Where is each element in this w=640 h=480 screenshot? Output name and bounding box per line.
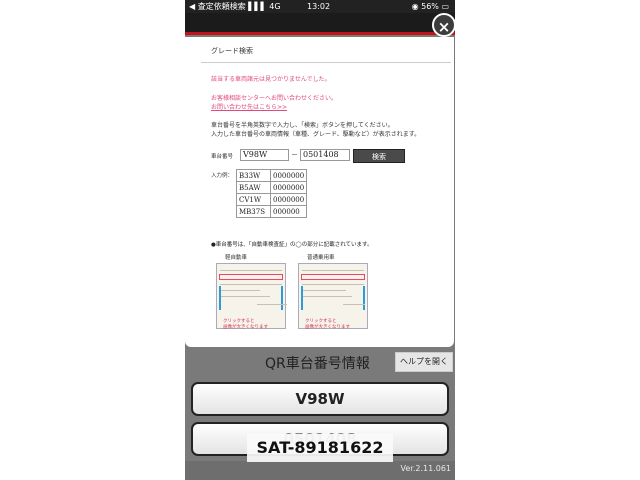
- table-row: MB37S 000000: [236, 205, 308, 218]
- example-prefix: B33W: [236, 169, 271, 182]
- example-label: 入力例：: [211, 173, 234, 179]
- figure-title-kei: 軽自動車: [225, 255, 248, 261]
- app-header: [185, 13, 455, 35]
- vehicle-inspection-note: ●車台番号は、「自動車検査証」の◯の部分に記載されています。: [211, 242, 373, 248]
- chassis-prefix-input[interactable]: V98W: [240, 149, 289, 161]
- modal-title: グレード検索: [211, 47, 253, 55]
- example-prefix: MB37S: [236, 205, 271, 218]
- figure-caption: 画像が大きくなります: [223, 325, 268, 330]
- qr-chassis-info-title: QR車台番号情報: [265, 356, 370, 372]
- clock: 13:02: [307, 2, 331, 11]
- help-button[interactable]: ヘルプを開く: [395, 352, 453, 372]
- version-label: Ver.2.11.061: [400, 464, 452, 473]
- table-row: CV1W 0000000: [236, 193, 308, 206]
- table-row: B5AW 0000000: [236, 181, 308, 194]
- contact-message: お客様相談センターへお問い合わせください。: [211, 95, 338, 102]
- example-number: 0000000: [270, 169, 308, 182]
- search-button[interactable]: 検索: [353, 149, 405, 163]
- chassis-number-input[interactable]: 0501408: [300, 149, 350, 161]
- close-icon[interactable]: ×: [432, 13, 455, 37]
- battery-indicator: ◉ 56% ▭: [411, 2, 449, 11]
- figure-title-passenger: 普通乗用車: [307, 255, 335, 261]
- kei-certificate-image[interactable]: クリックすると 画像が大きくなります: [216, 263, 287, 330]
- example-number: 000000: [269, 205, 308, 218]
- instruction-line-1: 車台番号を半角英数字で入力し、「検索」ボタンを押してください。: [211, 122, 394, 129]
- watermark-label: SAT-89181622: [247, 434, 393, 462]
- back-to-app[interactable]: ◀ 査定依頼検索 ▌▌▌ 4G: [189, 0, 281, 13]
- grade-search-modal: グレード検索 該当する車両諸元は見つかりませんでした。 お客様相談センターへお問…: [185, 37, 454, 347]
- example-prefix: B5AW: [236, 181, 271, 194]
- input-examples-table: B33W 0000000 B5AW 0000000 CV1W 0000000 M…: [236, 169, 308, 218]
- contact-link[interactable]: お問い合わせ先はこちら>>: [211, 102, 287, 111]
- error-message: 該当する車両諸元は見つかりませんでした。: [211, 76, 331, 83]
- chassis-prefix-button[interactable]: V98W: [191, 382, 449, 416]
- divider: [201, 62, 451, 63]
- phone-screen: ◀ 査定依頼検索 ▌▌▌ 4G 13:02 ◉ 56% ▭ グレード検索 該当す…: [185, 0, 455, 480]
- passenger-certificate-image[interactable]: クリックすると 画像が大きくなります: [298, 263, 368, 330]
- example-number: 0000000: [269, 193, 308, 206]
- example-number: 0000000: [269, 181, 308, 194]
- example-prefix: CV1W: [236, 193, 271, 206]
- figure-caption: 画像が大きくなります: [305, 325, 350, 330]
- status-bar: ◀ 査定依頼検索 ▌▌▌ 4G 13:02 ◉ 56% ▭: [185, 0, 455, 13]
- chassis-dash: －: [291, 151, 298, 159]
- instruction-line-2: 入力した車台番号の車両情報（車種、グレード、駆動など）が表示されます。: [211, 131, 421, 138]
- table-row: B33W 0000000: [236, 169, 308, 182]
- chassis-number-label: 車台番号: [211, 154, 234, 160]
